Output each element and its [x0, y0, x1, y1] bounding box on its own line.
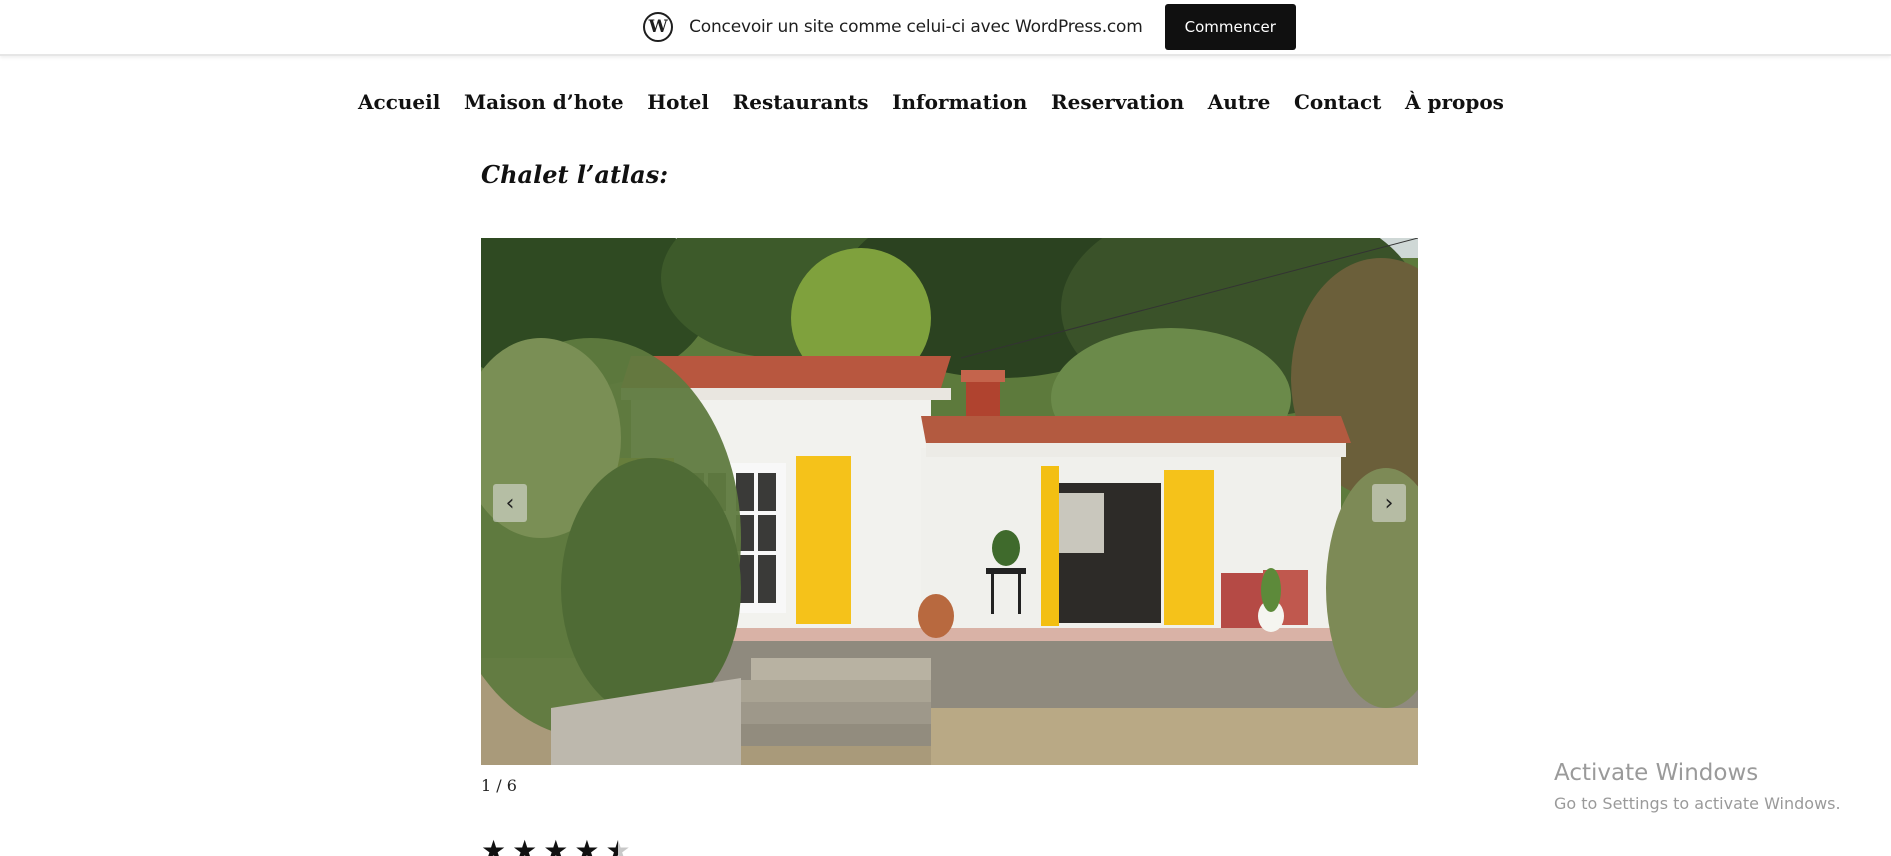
wordpress-logo-icon[interactable]: W — [643, 12, 674, 42]
chevron-left-icon: ‹ — [505, 490, 515, 516]
star-icon: ★ — [512, 834, 538, 856]
main-navigation: Accueil Maison d’hote Hotel Restaurants … — [358, 84, 1504, 120]
star-rating: ★ ★ ★ ★ ★ — [481, 836, 631, 856]
windows-activation-watermark: Activate Windows Go to Settings to activ… — [1554, 760, 1841, 813]
watermark-title: Activate Windows — [1554, 760, 1759, 786]
watermark-subtitle: Go to Settings to activate Windows. — [1554, 794, 1841, 813]
nav-item-hotel[interactable]: Hotel — [647, 90, 709, 114]
commencer-button[interactable]: Commencer — [1164, 4, 1296, 50]
nav-item-information[interactable]: Information — [892, 90, 1027, 114]
wordpress-promo-banner: W Concevoir un site comme celui-ci avec … — [0, 0, 1891, 56]
nav-item-autre[interactable]: Autre — [1208, 90, 1271, 114]
half-star-icon: ★ — [605, 836, 630, 856]
chevron-right-icon: › — [1384, 490, 1394, 516]
star-icon: ★ — [481, 834, 507, 856]
star-icon: ★ — [543, 834, 569, 856]
nav-item-accueil[interactable]: Accueil — [358, 90, 440, 114]
nav-item-a-propos[interactable]: À propos — [1405, 90, 1504, 114]
page-title: Chalet l’atlas: — [481, 160, 669, 189]
slideshow-next-button[interactable]: › — [1372, 484, 1406, 522]
nav-item-maison-dhote[interactable]: Maison d’hote — [464, 90, 624, 114]
chalet-photo — [481, 238, 1418, 765]
image-slideshow[interactable]: ‹ › — [481, 238, 1418, 765]
star-icon: ★ — [574, 834, 600, 856]
wordpress-promo-text: Concevoir un site comme celui-ci avec Wo… — [689, 17, 1143, 37]
nav-item-reservation[interactable]: Reservation — [1051, 90, 1184, 114]
slideshow-counter: 1 / 6 — [481, 776, 517, 795]
nav-item-contact[interactable]: Contact — [1294, 90, 1381, 114]
nav-item-restaurants[interactable]: Restaurants — [733, 90, 869, 114]
slideshow-prev-button[interactable]: ‹ — [493, 484, 527, 522]
